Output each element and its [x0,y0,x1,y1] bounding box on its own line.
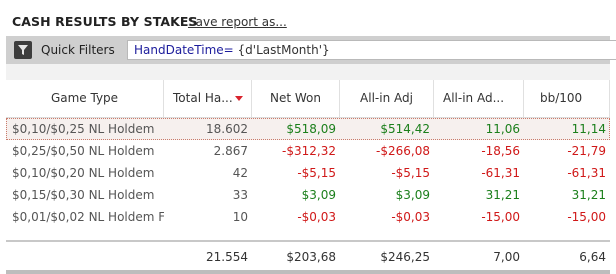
cell-bb100: 11,14 [571,122,606,136]
cell-game-type: $0,01/$0,02 NL Holdem Fast [12,210,164,224]
cell-total-hands: 2.867 [213,144,248,158]
cell-game-type: $0,10/$0,20 NL Holdem [12,166,155,180]
cell-allin-adj-bb: -61,31 [481,166,520,180]
col-total-hands[interactable]: Total Ha... [164,80,252,117]
cell-allin-adj: $514,42 [380,122,430,136]
table-row[interactable]: $0,01/$0,02 NL Holdem Fast 10 -$0,03 -$0,03… [6,206,610,228]
cell-allin-adj-bb: 31,21 [485,188,520,202]
toolbar-gap [6,64,610,80]
cell-allin-adj: -$5,15 [391,166,430,180]
totals-row: 21.554 $203,68 $246,25 7,00 6,64 [6,240,610,270]
total-bb100: 6,64 [579,250,606,264]
table-bottom-border [6,270,610,274]
table-header: Game Type Total Ha... Net Won All-in Adj… [6,80,610,118]
cell-net-won: -$0,03 [297,210,336,224]
total-allin-adj: $246,25 [380,250,430,264]
col-total-hands-label: Total Ha... [173,91,233,105]
cell-bb100: 31,21 [571,188,606,202]
cell-allin-adj: -$0,03 [391,210,430,224]
quick-filters-label: Quick Filters [41,43,115,57]
col-allin-adj[interactable]: All-in Adj [340,80,434,117]
col-bb100[interactable]: bb/100 [524,80,610,117]
cell-net-won: $518,09 [286,122,336,136]
report-title: CASH RESULTS BY STAKES [12,14,198,29]
cell-allin-adj-bb: -15,00 [481,210,520,224]
quick-filter-bar: Quick Filters HandDateTime= {d'LastMonth… [6,36,616,64]
filter-field: HandDateTime [134,43,224,57]
cell-game-type: $0,15/$0,30 NL Holdem [12,188,155,202]
cell-allin-adj: $3,09 [395,188,430,202]
table-row[interactable]: $0,10/$0,20 NL Holdem 42 -$5,15 -$5,15 -61,3… [6,162,610,184]
filter-value: {d'LastMonth'} [237,43,330,57]
cell-net-won: -$312,32 [282,144,336,158]
table-row[interactable]: $0,25/$0,50 NL Holdem 2.867 -$312,32 -$266,… [6,140,610,162]
cell-total-hands: 33 [232,188,248,202]
funnel-icon [18,45,28,55]
total-hands: 21.554 [206,250,248,264]
table-row[interactable]: $0,15/$0,30 NL Holdem 33 $3,09 $3,09 31,21 31… [6,184,610,206]
cell-total-hands: 10 [232,210,248,224]
table-row[interactable]: $0,10/$0,25 NL Holdem 18.602 $518,09 $514,4… [6,118,610,140]
cell-bb100: -15,00 [567,210,606,224]
cell-net-won: $3,09 [301,188,336,202]
cell-bb100: -21,79 [567,144,606,158]
total-allin-adj-bb: 7,00 [493,250,520,264]
col-game-type[interactable]: Game Type [6,80,164,117]
cell-game-type: $0,25/$0,50 NL Holdem [12,144,155,158]
cell-game-type: $0,10/$0,25 NL Holdem [12,122,155,136]
total-net-won: $203,68 [286,250,336,264]
save-report-link[interactable]: Save report as... [188,15,287,29]
quick-filter-input[interactable]: HandDateTime= {d'LastMonth'} [127,40,616,60]
cell-total-hands: 42 [232,166,248,180]
col-net-won[interactable]: Net Won [252,80,340,117]
sort-desc-icon [235,96,243,101]
filter-operator: = [223,43,234,57]
cell-allin-adj-bb: -18,56 [481,144,520,158]
results-table: Game Type Total Ha... Net Won All-in Adj… [6,80,610,274]
cell-bb100: -61,31 [567,166,606,180]
cell-total-hands: 18.602 [206,122,248,136]
filter-button[interactable] [14,41,32,59]
col-allin-adj-bb[interactable]: All-in Ad... [434,80,524,117]
cell-allin-adj: -$266,08 [376,144,430,158]
report-header: CASH RESULTS BY STAKES Save report as... [0,0,616,36]
cell-allin-adj-bb: 11,06 [485,122,520,136]
cell-net-won: -$5,15 [297,166,336,180]
